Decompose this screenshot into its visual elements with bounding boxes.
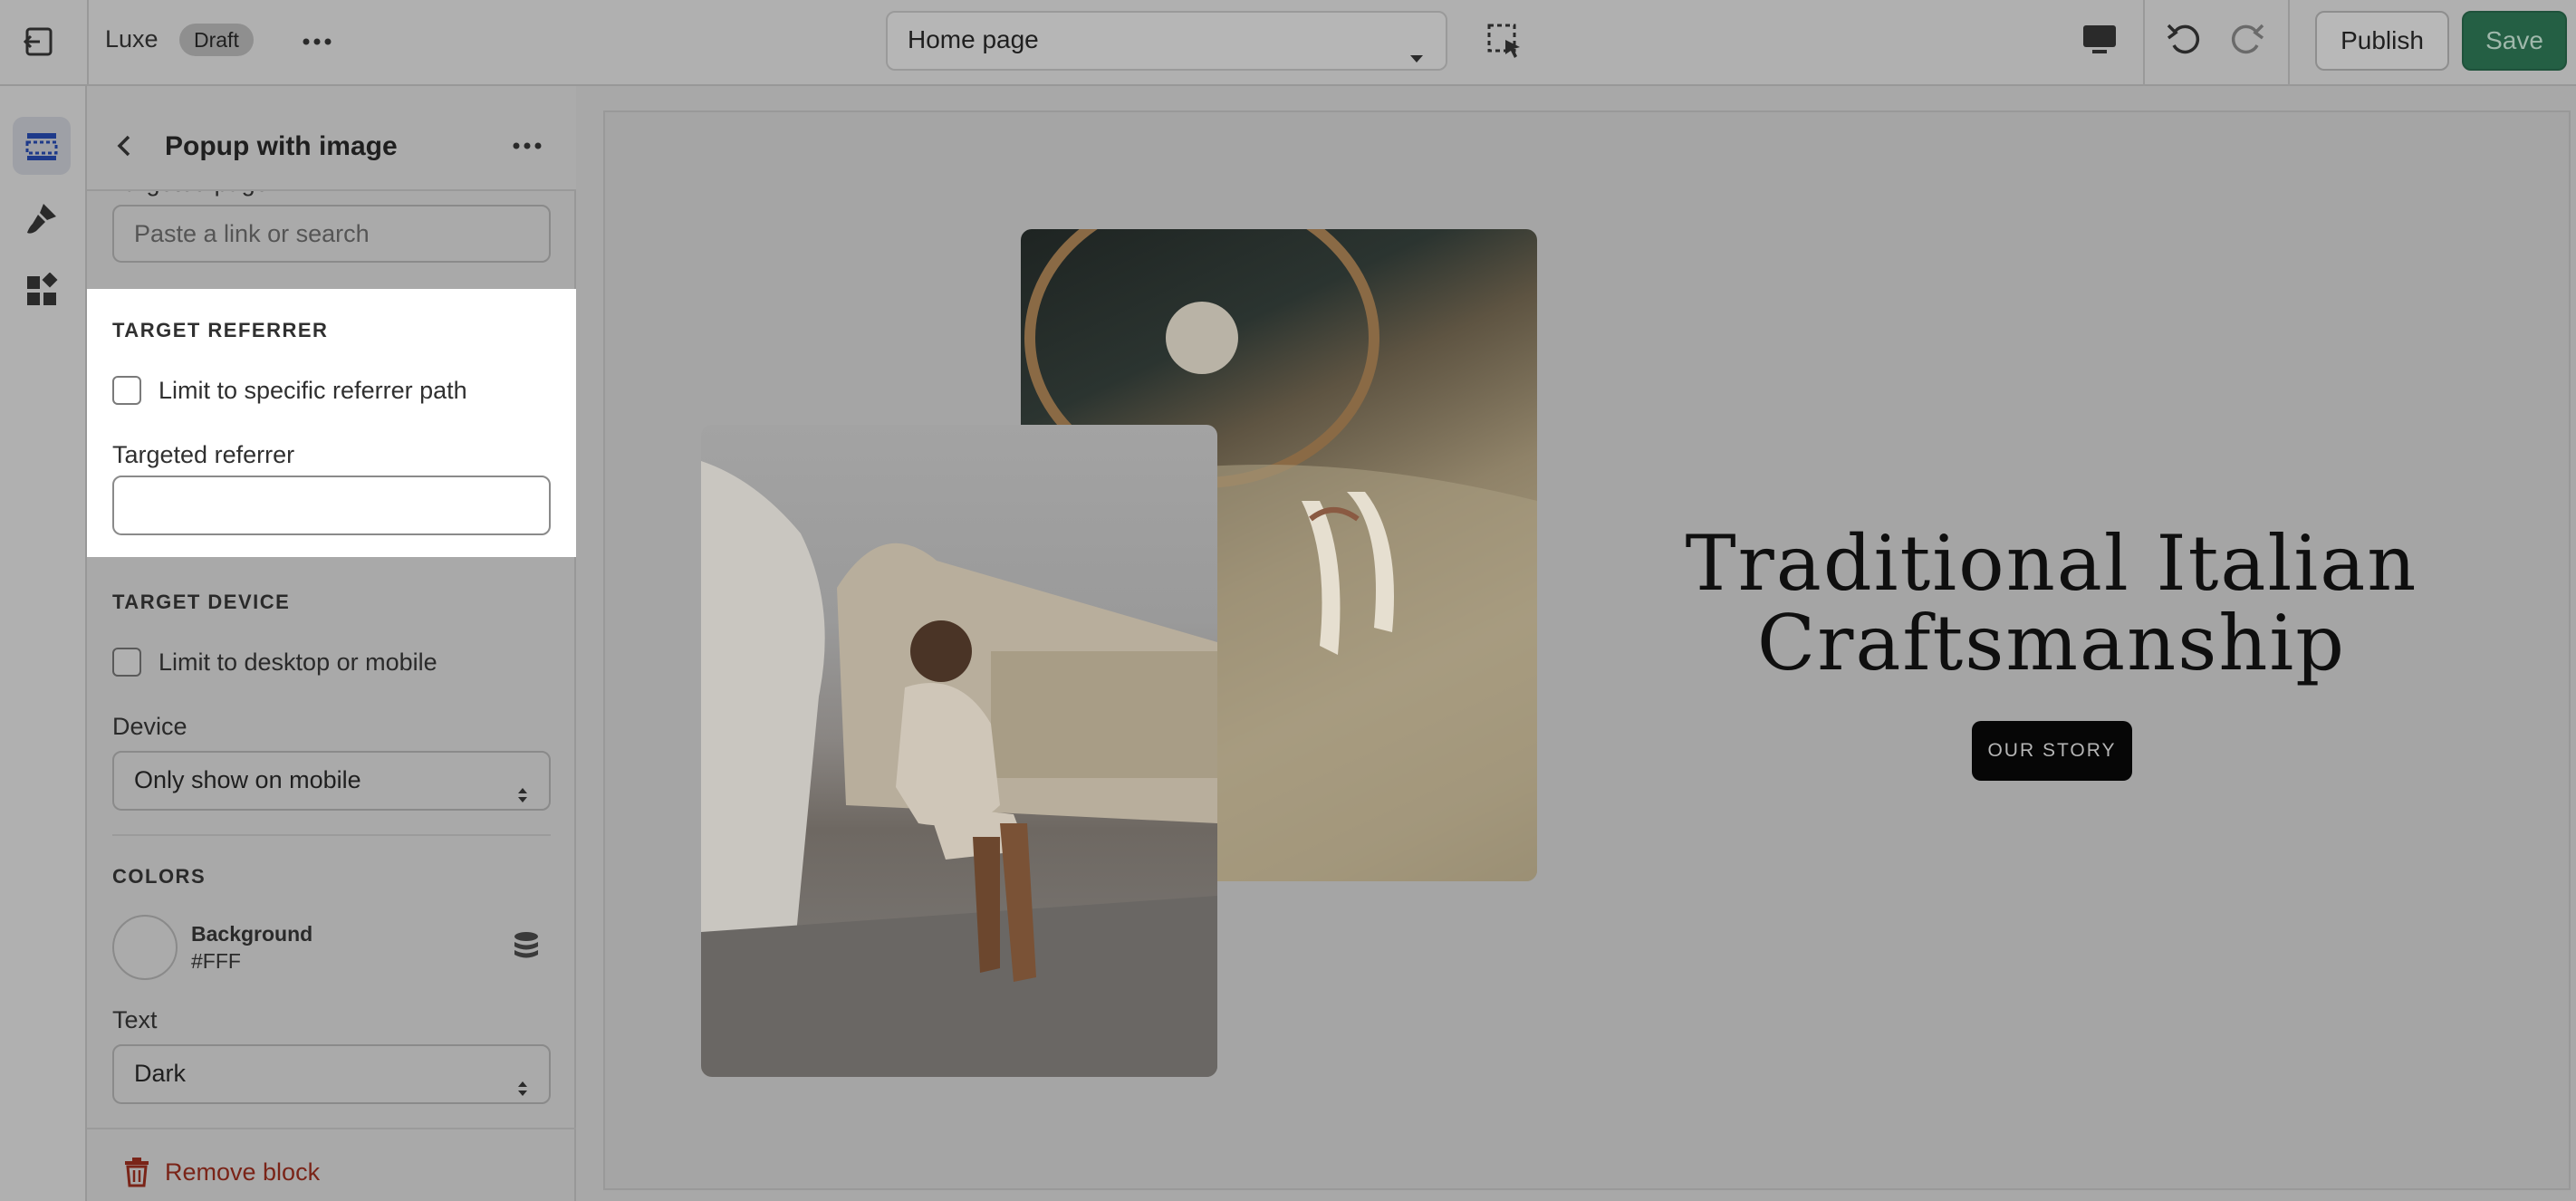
text-color-label: Text [112,1006,158,1033]
remove-block-button[interactable]: Remove block [165,1158,320,1187]
redo-icon[interactable] [2225,18,2266,60]
back-arrow-icon[interactable] [111,131,139,160]
target-device-heading: TARGET DEVICE [112,591,291,613]
device-label: Device [112,713,187,740]
background-color-label: Background [191,922,313,946]
desktop-icon[interactable] [2080,20,2119,60]
panel-header: Popup with image [87,86,576,191]
database-icon[interactable] [511,930,542,961]
more-icon[interactable] [301,25,333,58]
select-arrows-icon [516,771,529,802]
background-color-swatch[interactable] [112,915,178,980]
woman-car-illustration [701,425,1217,1077]
theme-settings-button[interactable] [13,189,71,247]
exit-icon[interactable] [22,24,58,60]
page-select-value: Home page [908,25,1039,53]
store-name: Luxe [105,25,159,53]
sections-icon [24,128,60,164]
select-arrows-icon [516,1064,529,1096]
headline-line-2: Craftsmanship [1756,599,2347,687]
target-referrer-section: TARGET REFERRER Limit to specific referr… [87,289,576,557]
preview-headline: Traditional Italian Craftsmanship [1630,524,2473,683]
background-color-value: #FFF [191,949,241,973]
inspector-select-icon[interactable] [1485,22,1525,62]
device-select[interactable]: Only show on mobile [112,751,551,811]
divider [2288,0,2290,86]
divider [87,0,89,86]
top-bar: Luxe Draft Home page Publish Save [0,0,2576,86]
sections-button[interactable] [13,117,71,175]
apps-icon [24,272,60,309]
targeted-page-input[interactable]: Paste a link or search [112,205,551,263]
target-referrer-heading: TARGET REFERRER [112,319,329,341]
colors-heading: COLORS [112,865,207,888]
device-select-value: Only show on mobile [134,766,361,793]
divider [2143,0,2145,86]
chevron-down-icon [1408,33,1426,62]
save-button[interactable]: Save [2462,11,2567,71]
text-color-select[interactable]: Dark [112,1044,551,1104]
text-color-select-value: Dark [134,1060,187,1087]
targeted-referrer-label: Targeted referrer [112,441,295,468]
settings-panel: Targeted page Paste a link or search TAR… [87,86,576,1201]
our-story-button[interactable]: OUR STORY [1972,721,2132,781]
apps-button[interactable] [13,262,71,320]
divider [87,1128,576,1129]
more-icon[interactable] [511,130,543,162]
limit-referrer-checkbox[interactable] [112,376,141,405]
targeted-referrer-input[interactable] [112,476,551,535]
limit-device-label: Limit to desktop or mobile [159,649,437,676]
status-badge: Draft [179,24,254,56]
undo-icon[interactable] [2165,18,2206,60]
headline-line-1: Traditional Italian [1685,519,2418,608]
limit-device-checkbox[interactable] [112,648,141,677]
limit-referrer-label: Limit to specific referrer path [159,377,467,404]
divider [112,834,551,836]
left-rail [0,86,87,1201]
paintbrush-icon [24,200,60,236]
page-select[interactable]: Home page [886,11,1447,71]
panel-title: Popup with image [165,131,398,161]
trash-icon[interactable] [121,1157,152,1187]
woman-car-image [701,425,1217,1077]
publish-button[interactable]: Publish [2315,11,2449,71]
